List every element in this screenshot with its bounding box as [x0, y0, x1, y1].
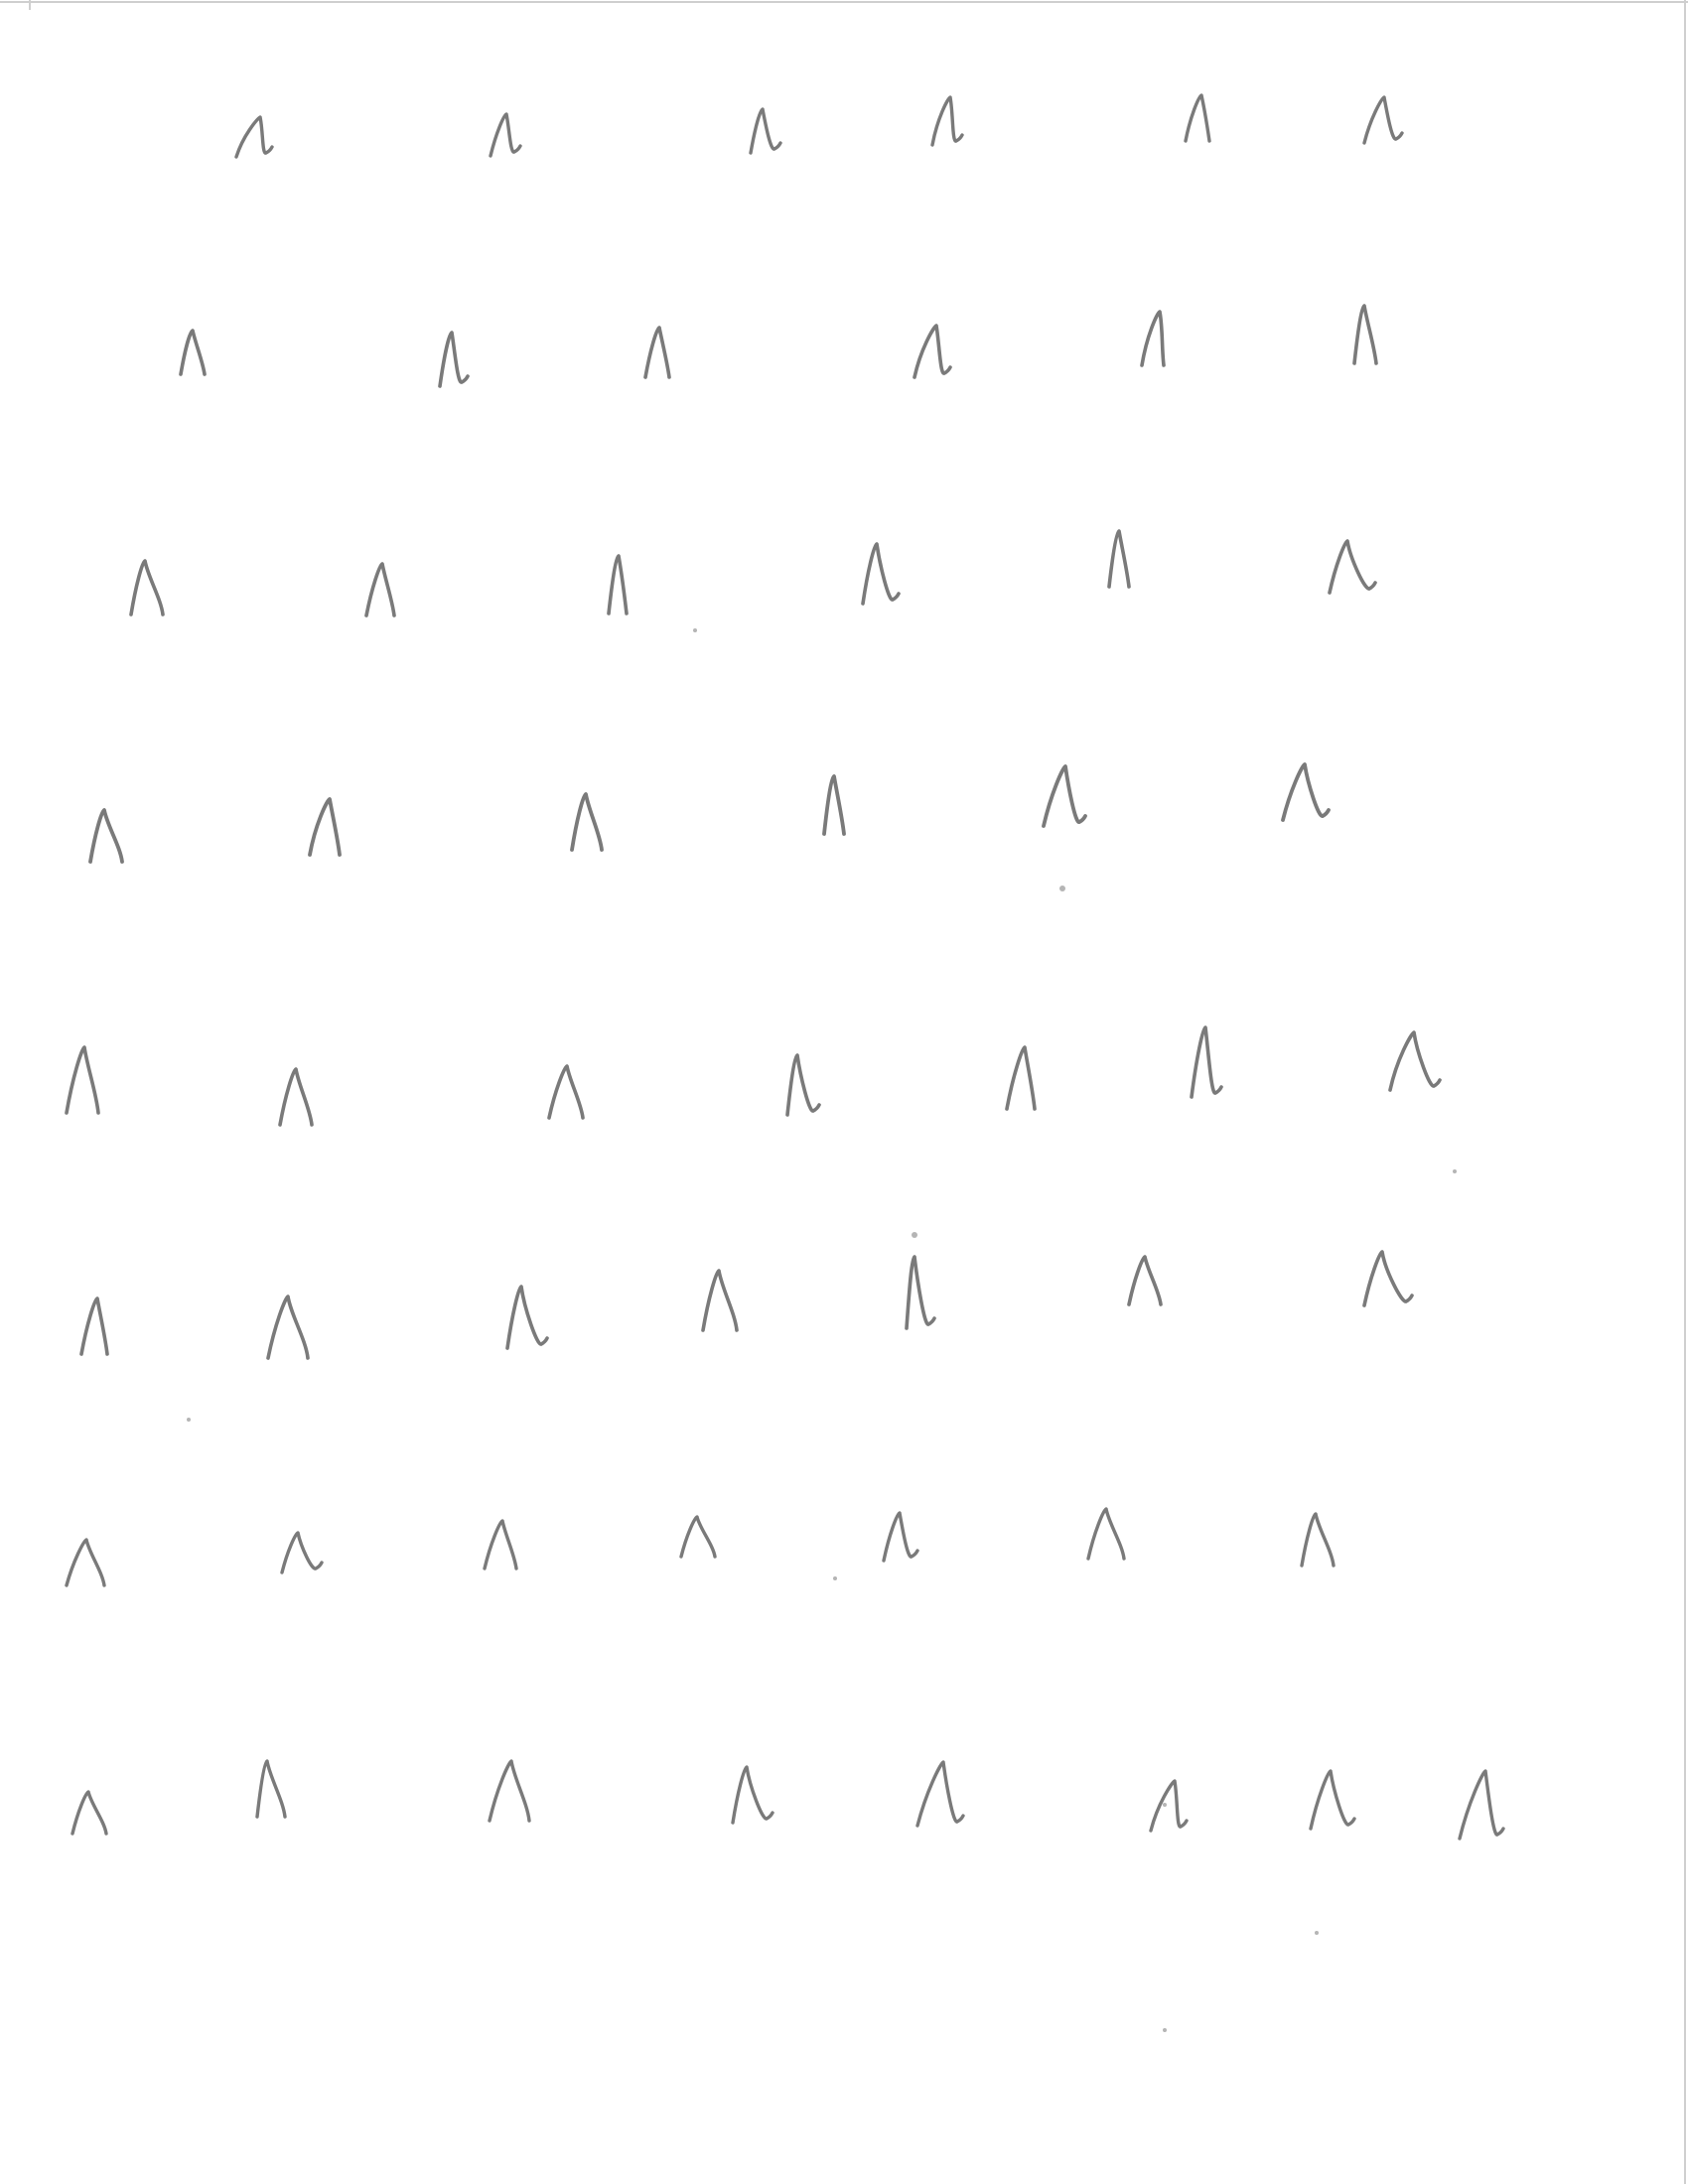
handwritten-caret-mark — [1458, 1769, 1505, 1841]
scan-speck — [912, 1232, 917, 1238]
handwritten-caret-mark — [1281, 762, 1331, 822]
handwritten-caret-mark — [1149, 1779, 1189, 1833]
handwritten-caret-mark — [1388, 1030, 1442, 1092]
handwritten-caret-mark — [65, 1538, 106, 1587]
handwritten-caret-mark — [179, 329, 207, 376]
handwritten-caret-mark — [1184, 93, 1211, 143]
handwritten-caret-mark — [79, 1297, 109, 1356]
handwritten-caret-mark — [1362, 95, 1404, 145]
handwritten-caret-mark — [364, 562, 396, 617]
handwritten-caret-mark — [679, 1515, 717, 1559]
handwritten-caret-mark — [505, 1285, 549, 1350]
handwritten-caret-mark — [70, 1790, 108, 1836]
mark-row-1 — [234, 93, 1404, 159]
mark-row-2 — [179, 304, 1378, 388]
scan-speck — [1315, 1931, 1319, 1935]
scan-speck — [1453, 1169, 1457, 1173]
handwritten-caret-mark — [701, 1269, 739, 1332]
handwritten-caret-mark — [88, 808, 124, 864]
handwritten-caret-mark — [882, 1511, 919, 1563]
handwritten-caret-mark — [1127, 1255, 1163, 1306]
handwritten-caret-mark — [129, 559, 165, 616]
handwritten-caret-mark — [1352, 304, 1378, 365]
handwritten-caret-mark — [905, 1255, 936, 1330]
mark-row-4 — [88, 762, 1331, 864]
handwritten-caret-mark — [1362, 1250, 1414, 1307]
handwritten-caret-mark — [280, 1531, 324, 1574]
scanned-page — [0, 0, 1688, 2184]
scan-speck — [1163, 2028, 1167, 2032]
mark-row-8 — [70, 1759, 1505, 1841]
handwritten-caret-mark — [913, 324, 952, 379]
handwritten-caret-mark — [915, 1760, 965, 1828]
handwriting-canvas — [0, 0, 1688, 2184]
handwritten-caret-mark — [643, 326, 671, 379]
scan-speck — [187, 1418, 191, 1422]
handwritten-caret-mark — [607, 554, 629, 615]
mark-row-5 — [65, 1025, 1442, 1127]
handwritten-caret-mark — [1309, 1769, 1356, 1831]
handwritten-caret-mark — [438, 331, 470, 388]
handwritten-caret-mark — [785, 1053, 821, 1117]
scan-speck — [693, 628, 697, 632]
handwritten-caret-mark — [1190, 1025, 1223, 1099]
handwritten-caret-mark — [1086, 1507, 1126, 1561]
handwritten-caret-mark — [822, 774, 846, 836]
handwritten-caret-mark — [930, 95, 964, 147]
scan-speck — [1059, 886, 1065, 891]
mark-row-3 — [129, 529, 1377, 617]
mark-row-7 — [65, 1507, 1336, 1587]
mark-row-6 — [79, 1250, 1414, 1360]
handwritten-caret-mark — [1300, 1512, 1336, 1568]
handwritten-caret-mark — [266, 1295, 310, 1360]
handwritten-caret-mark — [489, 112, 522, 158]
handwritten-caret-mark — [731, 1765, 774, 1825]
handwritten-caret-mark — [308, 797, 342, 857]
scan-speck — [1163, 1803, 1167, 1807]
handwritten-caret-mark — [483, 1519, 518, 1570]
scan-speck — [833, 1576, 837, 1580]
handwritten-caret-mark — [547, 1064, 585, 1120]
handwritten-caret-mark — [861, 542, 901, 606]
handwritten-caret-mark — [1140, 310, 1166, 367]
handwritten-caret-mark — [1005, 1045, 1037, 1111]
handwritten-caret-mark — [749, 107, 782, 155]
handwritten-caret-mark — [234, 115, 274, 159]
handwritten-caret-mark — [278, 1067, 314, 1127]
handwritten-caret-mark — [255, 1759, 287, 1819]
handwritten-caret-mark — [65, 1045, 100, 1115]
handwritten-caret-mark — [570, 792, 604, 852]
handwritten-caret-mark — [488, 1759, 531, 1823]
handwritten-caret-mark — [1328, 539, 1377, 595]
handwritten-caret-mark — [1042, 764, 1087, 828]
handwritten-caret-mark — [1107, 529, 1131, 589]
